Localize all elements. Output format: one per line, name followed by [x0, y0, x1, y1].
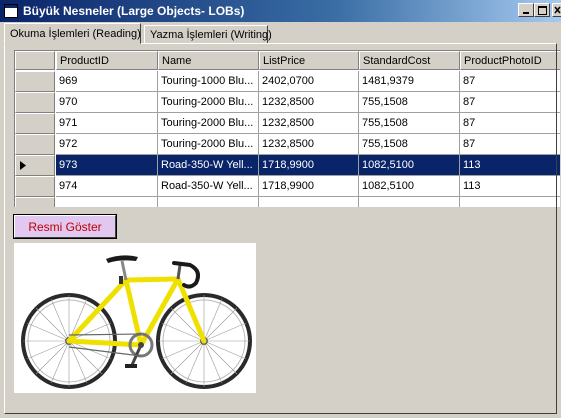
- minimize-icon: [523, 12, 529, 14]
- tab-reading-label: Okuma İşlemleri (Reading): [10, 27, 141, 40]
- close-icon: [553, 6, 561, 14]
- window-title: Büyük Nesneler (Large Objects- LOBs): [23, 4, 245, 18]
- maximize-button[interactable]: [534, 3, 550, 17]
- tab-writing-label: Yazma İşlemleri (Writing): [150, 29, 272, 41]
- close-button[interactable]: [552, 3, 561, 17]
- tab-page-reading: [4, 43, 557, 414]
- minimize-button[interactable]: [518, 3, 534, 17]
- tab-strip: Okuma İşlemleri (Reading) Yazma İşlemler…: [4, 22, 557, 44]
- tab-writing[interactable]: Yazma İşlemleri (Writing): [144, 25, 272, 44]
- maximize-icon: [537, 5, 547, 15]
- title-bar: Büyük Nesneler (Large Objects- LOBs): [0, 0, 561, 22]
- app-form-icon[interactable]: [3, 3, 19, 19]
- tab-reading[interactable]: Okuma İşlemleri (Reading): [4, 23, 141, 44]
